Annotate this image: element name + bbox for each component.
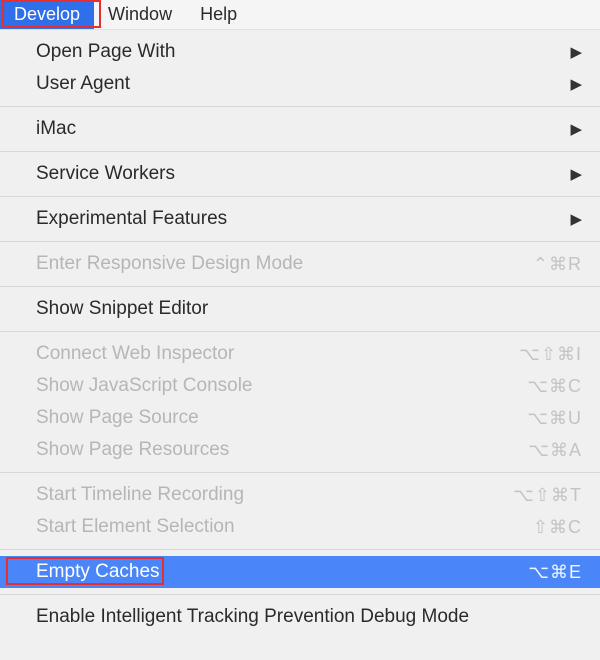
chevron-right-icon: ▶ — [570, 165, 582, 183]
menu-item-shortcut: ⇧⌘C — [492, 517, 582, 538]
menu-item-label: Experimental Features — [36, 208, 562, 230]
menu-item-show-page-source: Show Page Source⌥⌘U — [0, 402, 600, 434]
menubar-item-develop[interactable]: Develop — [0, 0, 94, 29]
menu-item-label: Start Element Selection — [36, 516, 492, 538]
menu-item-label: Connect Web Inspector — [36, 343, 492, 365]
menu-item-label: User Agent — [36, 73, 562, 95]
chevron-right-icon: ▶ — [570, 210, 582, 228]
menubar: DevelopWindowHelp — [0, 0, 600, 30]
menu-separator — [0, 151, 600, 152]
menu-item-shortcut: ⌥⇧⌘I — [492, 344, 582, 365]
menu-item-empty-caches[interactable]: Empty Caches⌥⌘E — [0, 556, 600, 588]
menu-separator — [0, 286, 600, 287]
menu-item-open-page-with[interactable]: Open Page With ▶ — [0, 36, 600, 68]
menu-item-label: Show Page Resources — [36, 439, 492, 461]
menu-item-label: Show Snippet Editor — [36, 298, 582, 320]
menu-item-shortcut: ⌥⌘C — [492, 376, 582, 397]
menu-item-user-agent[interactable]: User Agent ▶ — [0, 68, 600, 100]
menu-item-start-element-selection: Start Element Selection⇧⌘C — [0, 511, 600, 543]
menu-item-start-timeline-recording: Start Timeline Recording⌥⇧⌘T — [0, 479, 600, 511]
menu-separator — [0, 472, 600, 473]
menu-item-label: Start Timeline Recording — [36, 484, 492, 506]
menu-item-label: Empty Caches — [36, 561, 492, 583]
menu-separator — [0, 331, 600, 332]
develop-menu: Open Page With▶User Agent▶iMac▶Service W… — [0, 36, 600, 633]
menu-separator — [0, 549, 600, 550]
menubar-item-window[interactable]: Window — [94, 0, 186, 29]
menu-item-label: Open Page With — [36, 41, 562, 63]
menu-item-shortcut: ⌃⌘R — [492, 254, 582, 275]
menu-separator — [0, 196, 600, 197]
menu-item-show-snippet-editor[interactable]: Show Snippet Editor — [0, 293, 600, 325]
menu-item-enable-intelligent-tracking-prevention-debug-mode[interactable]: Enable Intelligent Tracking Prevention D… — [0, 601, 600, 633]
menubar-item-help[interactable]: Help — [186, 0, 251, 29]
menu-item-service-workers[interactable]: Service Workers ▶ — [0, 158, 600, 190]
chevron-right-icon: ▶ — [570, 75, 582, 93]
menu-item-label: iMac — [36, 118, 562, 140]
menu-item-label: Enter Responsive Design Mode — [36, 253, 492, 275]
menu-item-imac[interactable]: iMac ▶ — [0, 113, 600, 145]
chevron-right-icon: ▶ — [570, 120, 582, 138]
menu-item-experimental-features[interactable]: Experimental Features ▶ — [0, 203, 600, 235]
menu-item-enter-responsive-design-mode: Enter Responsive Design Mode⌃⌘R — [0, 248, 600, 280]
menu-item-shortcut: ⌥⌘U — [492, 408, 582, 429]
menu-item-connect-web-inspector: Connect Web Inspector⌥⇧⌘I — [0, 338, 600, 370]
chevron-right-icon: ▶ — [570, 43, 582, 61]
menu-item-label: Enable Intelligent Tracking Prevention D… — [36, 606, 582, 628]
menu-item-label: Show Page Source — [36, 407, 492, 429]
menu-item-label: Service Workers — [36, 163, 562, 185]
menu-item-show-page-resources: Show Page Resources⌥⌘A — [0, 434, 600, 466]
menu-item-shortcut: ⌥⇧⌘T — [492, 485, 582, 506]
menu-separator — [0, 594, 600, 595]
menu-item-shortcut: ⌥⌘A — [492, 440, 582, 461]
menu-item-show-javascript-console: Show JavaScript Console⌥⌘C — [0, 370, 600, 402]
menu-item-label: Show JavaScript Console — [36, 375, 492, 397]
menu-item-shortcut: ⌥⌘E — [492, 562, 582, 583]
menu-separator — [0, 241, 600, 242]
menu-separator — [0, 106, 600, 107]
